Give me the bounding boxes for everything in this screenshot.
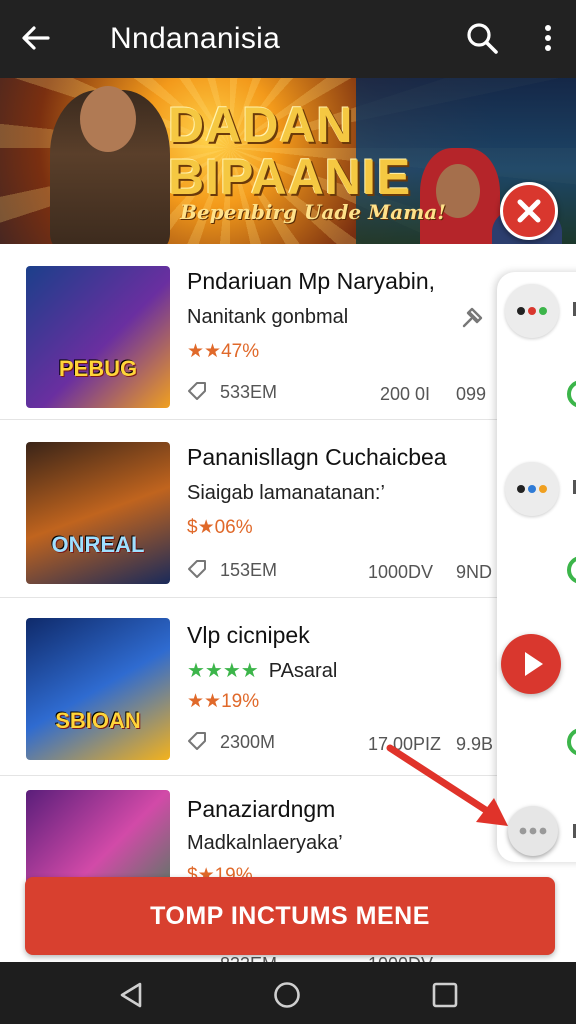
pointer-arrow-icon bbox=[380, 738, 520, 838]
banner-tagline: Bepenbirg Uade Mama! bbox=[180, 200, 447, 224]
toggle-indicator[interactable] bbox=[567, 728, 576, 756]
search-icon[interactable] bbox=[464, 20, 500, 56]
tag-icon bbox=[186, 558, 208, 580]
nav-back-icon[interactable] bbox=[116, 980, 146, 1010]
app-rating: ★★19% bbox=[187, 690, 259, 713]
toggle-indicator[interactable] bbox=[567, 556, 576, 584]
promo-banner[interactable]: DADAN BIPAANIE Bepenbirg Uade Mama! bbox=[0, 78, 576, 244]
rating-stars: ★★ bbox=[187, 341, 222, 362]
rating-value: 06% bbox=[214, 517, 253, 538]
app-rating: ★★47% bbox=[187, 340, 259, 363]
list-item[interactable]: ONREAL Pananisllagn Cuchaicbea Siaigab l… bbox=[0, 422, 576, 598]
color-dots-button[interactable] bbox=[505, 462, 559, 516]
arrow-left-icon[interactable] bbox=[18, 20, 54, 56]
banner-hero-head bbox=[80, 86, 136, 152]
app-name: Pananisllagn Cuchaicbea bbox=[187, 444, 447, 470]
rating-value: 19% bbox=[221, 691, 260, 712]
thumbnail-label: ONREAL bbox=[51, 532, 145, 557]
nav-home-icon[interactable] bbox=[272, 980, 302, 1010]
color-dots-button[interactable] bbox=[505, 284, 559, 338]
app-bar: Nndananisia bbox=[0, 0, 576, 78]
app-rating: $★06% bbox=[187, 516, 253, 539]
rating-stars: ★★ bbox=[187, 691, 222, 712]
app-subtitle: ★★★★ PAsaral bbox=[187, 658, 337, 683]
play-icon[interactable] bbox=[501, 634, 561, 694]
dot-black bbox=[517, 307, 525, 315]
dot-green bbox=[539, 307, 547, 315]
list-item[interactable]: PEBUG Pndariuan Mp Naryabin, Nanitank go… bbox=[0, 244, 576, 420]
dot-black bbox=[517, 485, 525, 493]
subtitle-text: PAsaral bbox=[268, 660, 338, 682]
tag-icon bbox=[186, 730, 208, 752]
banner-title-line1: DADAN bbox=[168, 97, 354, 153]
app-version: 9ND bbox=[456, 562, 493, 582]
thumbnail-label: SBIOAN bbox=[55, 708, 141, 733]
banner-title-line2: BIPAANIE bbox=[168, 149, 412, 205]
dot-blue bbox=[528, 485, 536, 493]
subtitle-stars: ★★★★ bbox=[187, 660, 259, 682]
app-version: 099 bbox=[456, 384, 487, 404]
toggle-indicator[interactable] bbox=[567, 380, 576, 408]
nav-recents-icon[interactable] bbox=[430, 980, 460, 1010]
more-vert-icon[interactable] bbox=[534, 20, 562, 56]
tag-icon bbox=[186, 380, 208, 402]
app-name: Panaziardngm bbox=[187, 796, 336, 822]
thumbnail-label: PEBUG bbox=[58, 356, 138, 381]
pin-icon[interactable] bbox=[458, 304, 486, 332]
app-thumbnail: SBIOAN bbox=[26, 618, 170, 760]
dot-red bbox=[528, 307, 536, 315]
app-subtitle: Madkalnlaeryaka’ bbox=[187, 832, 343, 854]
app-name: Pndariuan Mp Naryabin, bbox=[187, 268, 436, 294]
app-downloads: 200 0I bbox=[380, 384, 431, 404]
app-size: 2300M bbox=[220, 732, 276, 752]
app-name: Vlp cicnipek bbox=[187, 622, 310, 648]
rating-stars: $★ bbox=[187, 517, 215, 538]
app-downloads: 1000DV bbox=[368, 562, 434, 582]
app-subtitle: Siaigab lamanatanan:’ bbox=[187, 482, 385, 504]
app-thumbnail: ONREAL bbox=[26, 442, 170, 584]
rating-value: 47% bbox=[221, 341, 260, 362]
app-size: 533EM bbox=[220, 382, 278, 402]
system-nav-bar bbox=[0, 962, 576, 1024]
dot-orange bbox=[539, 485, 547, 493]
page-title: Nndananisia bbox=[110, 22, 281, 55]
primary-action-button[interactable]: TOMP INCTUMS MENE bbox=[25, 877, 555, 955]
app-size: 153EM bbox=[220, 560, 278, 580]
close-icon[interactable] bbox=[500, 182, 558, 240]
more-horiz-icon[interactable] bbox=[508, 806, 558, 856]
app-subtitle: Nanitank gonbmal bbox=[187, 306, 349, 328]
app-thumbnail: PEBUG bbox=[26, 266, 170, 408]
